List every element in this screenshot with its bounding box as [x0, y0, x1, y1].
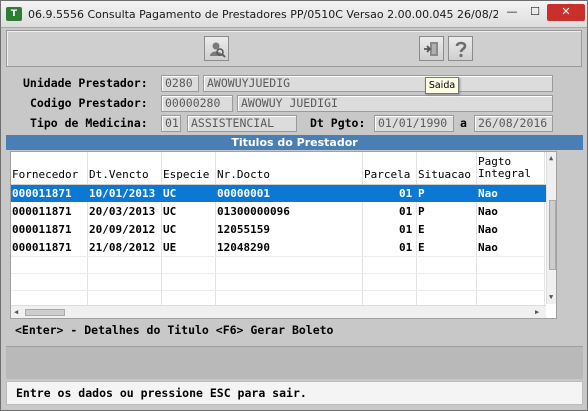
- cell-integral: Nao: [478, 187, 498, 200]
- cell-fornecedor: 000011871: [12, 223, 72, 236]
- codigo-code-field[interactable]: 00000280: [161, 95, 233, 112]
- cell-vencto: 21/08/2012: [89, 241, 156, 254]
- cell-docto: 12055159: [217, 223, 270, 236]
- grid-title: Titulos do Prestador: [6, 135, 583, 150]
- cell-especie: UC: [163, 205, 177, 218]
- table-row[interactable]: 000011871 21/08/2012 UE 12048290 01 E Na…: [11, 239, 546, 256]
- cell-parcela: 01: [399, 187, 413, 200]
- cell-situacao: P: [418, 205, 425, 218]
- exit-button[interactable]: [419, 36, 444, 61]
- cell-situacao: E: [418, 241, 425, 254]
- scroll-up-icon[interactable]: ▲: [549, 154, 553, 162]
- maximize-button[interactable]: ☐: [524, 4, 546, 21]
- col-especie[interactable]: Especie: [163, 169, 209, 181]
- cell-especie: UC: [163, 223, 177, 236]
- cell-fornecedor: 000011871: [12, 205, 72, 218]
- col-dtvencto[interactable]: Dt.Vencto: [89, 169, 149, 181]
- cell-parcela: 01: [399, 205, 413, 218]
- close-button[interactable]: ✕: [547, 4, 585, 21]
- scroll-right-icon[interactable]: ▶: [535, 308, 539, 316]
- codigo-label: Codigo Prestador:: [30, 96, 148, 110]
- vertical-scroll-thumb[interactable]: [549, 200, 556, 270]
- exit-door-icon: [423, 41, 438, 56]
- col-nrdocto[interactable]: Nr.Docto: [217, 169, 270, 181]
- unidade-code-field[interactable]: 0280: [161, 75, 199, 92]
- cell-especie: UC: [163, 187, 177, 200]
- codigo-name-field[interactable]: AWOWUY JUEDIGI: [237, 95, 553, 112]
- app-window: T 06.9.5556 Consulta Pagamento de Presta…: [0, 0, 588, 411]
- cell-docto: 00000001: [217, 187, 270, 200]
- cell-situacao: E: [418, 223, 425, 236]
- unidade-label: Unidade Prestador:: [23, 76, 148, 90]
- window-title: 06.9.5556 Consulta Pagamento de Prestado…: [28, 8, 498, 21]
- app-icon: T: [6, 7, 22, 21]
- table-row[interactable]: 000011871 20/03/2013 UC 01300000096 01 P…: [11, 203, 546, 220]
- col-situacao[interactable]: Situacao: [418, 169, 471, 181]
- vertical-scrollbar[interactable]: ▲ ▼: [546, 152, 556, 304]
- search-person-button[interactable]: [204, 36, 229, 61]
- tipo-label: Tipo de Medicina:: [30, 116, 148, 130]
- keyboard-hints: <Enter> - Detalhes do Titulo <F6> Gerar …: [15, 323, 334, 337]
- title-bar[interactable]: T 06.9.5556 Consulta Pagamento de Presta…: [1, 1, 587, 28]
- horizontal-scrollbar[interactable]: ◀ ▶: [11, 305, 546, 318]
- cell-especie: UE: [163, 241, 177, 254]
- cell-fornecedor: 000011871: [12, 187, 72, 200]
- scroll-down-icon[interactable]: ▼: [549, 293, 553, 301]
- cell-situacao: P: [418, 187, 425, 200]
- titulos-grid[interactable]: Fornecedor Dt.Vencto Especie Nr.Docto Pa…: [10, 151, 557, 319]
- help-button[interactable]: [448, 36, 473, 61]
- empty-panel: [6, 346, 583, 379]
- help-icon: [455, 41, 466, 57]
- search-person-icon: [209, 42, 226, 58]
- cell-integral: Nao: [478, 241, 498, 254]
- cell-docto: 12048290: [217, 241, 270, 254]
- cell-integral: Nao: [478, 205, 498, 218]
- cell-vencto: 20/09/2012: [89, 223, 156, 236]
- dtpgto-from-field[interactable]: 01/01/1990: [374, 115, 454, 132]
- col-fornecedor[interactable]: Fornecedor: [12, 169, 78, 181]
- tipo-code-field[interactable]: 01: [161, 115, 181, 132]
- dtpgto-separator: a: [460, 116, 467, 130]
- dtpgto-to-field[interactable]: 26/08/2016: [474, 115, 553, 132]
- status-bar: Entre os dados ou pressione ESC para sai…: [6, 381, 583, 405]
- unidade-name-field[interactable]: AWOWUYJUEDIG: [203, 75, 553, 92]
- cell-parcela: 01: [399, 241, 413, 254]
- cell-parcela: 01: [399, 223, 413, 236]
- table-row[interactable]: 000011871 10/01/2013 UC 00000001 01 P Na…: [11, 185, 546, 202]
- table-row[interactable]: 000011871 20/09/2012 UC 12055159 01 E Na…: [11, 221, 546, 238]
- dtpgto-label: Dt Pgto:: [310, 116, 366, 130]
- exit-tooltip: Saida: [425, 77, 459, 94]
- cell-docto: 01300000096: [217, 205, 290, 218]
- toolbar: [6, 30, 582, 67]
- cell-vencto: 20/03/2013: [89, 205, 156, 218]
- cell-integral: Nao: [478, 223, 498, 236]
- col-parcela[interactable]: Parcela: [364, 169, 410, 181]
- minimize-button[interactable]: —: [501, 4, 523, 21]
- horizontal-scroll-thumb[interactable]: [25, 309, 65, 316]
- tipo-name-field[interactable]: ASSISTENCIAL: [187, 115, 297, 132]
- cell-fornecedor: 000011871: [12, 241, 72, 254]
- scroll-left-icon[interactable]: ◀: [14, 308, 18, 316]
- cell-vencto: 10/01/2013: [89, 187, 156, 200]
- col-pagto-integral[interactable]: Pagto Integral: [478, 156, 538, 180]
